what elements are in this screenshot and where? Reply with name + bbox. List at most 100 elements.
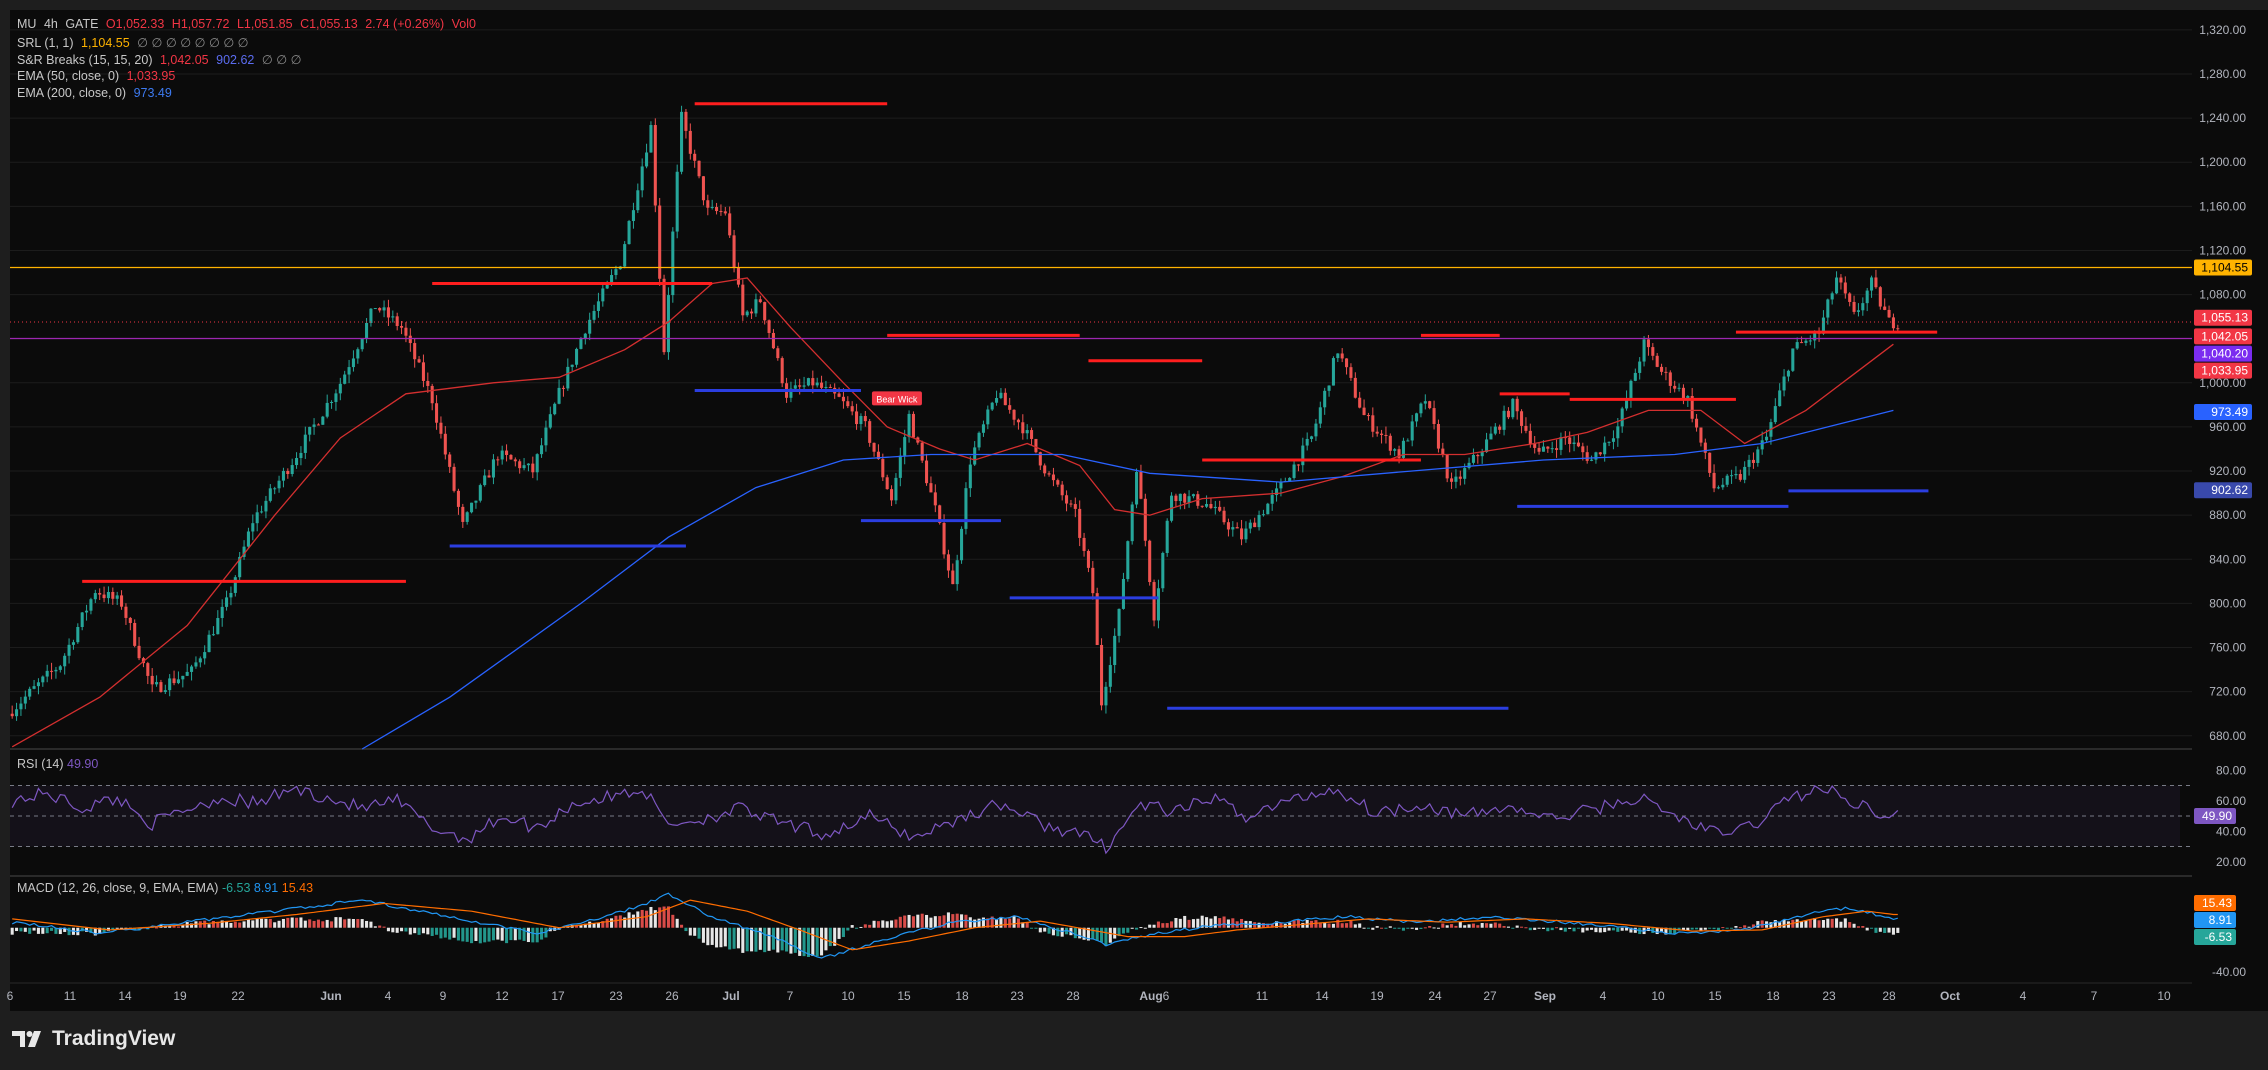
candle-body xyxy=(251,523,255,532)
indicator-legend-ema50[interactable]: EMA (50, close, 0) 1,033.95 xyxy=(17,69,179,83)
candle-body xyxy=(780,358,784,384)
rsi-legend[interactable]: RSI (14) 49.90 xyxy=(17,757,98,771)
macd-histogram-bar xyxy=(640,909,644,928)
macd-histogram-bar xyxy=(1843,918,1847,928)
candle-body xyxy=(990,402,994,410)
indicator-legend-srl[interactable]: SRL (1, 1) 1,104.55 ∅ ∅ ∅ ∅ ∅ ∅ ∅ ∅ xyxy=(17,35,253,50)
candle-body xyxy=(732,235,736,268)
macd-histogram-bar xyxy=(1485,923,1489,928)
macd-histogram-bar xyxy=(1143,927,1147,929)
candle-body xyxy=(1318,407,1322,424)
candle-body xyxy=(1362,407,1366,416)
macd-histogram-bar xyxy=(1174,918,1178,928)
macd-histogram-bar xyxy=(588,921,592,928)
candle-body xyxy=(102,594,106,599)
macd-histogram-bar xyxy=(1226,919,1230,928)
candle-body xyxy=(1778,390,1782,407)
price-tick-label: 1,200.00 xyxy=(2199,155,2246,169)
macd-histogram-bar xyxy=(1502,926,1506,928)
macd-histogram-bar xyxy=(631,914,635,928)
rsi-tick-label: 40.00 xyxy=(2216,824,2246,838)
macd-histogram-bar xyxy=(1108,927,1112,943)
candle-body xyxy=(290,465,294,475)
candle-body xyxy=(1030,430,1034,439)
macd-histogram-bar xyxy=(1524,927,1528,929)
candle-body xyxy=(1695,418,1699,428)
rsi-pane[interactable] xyxy=(10,784,2192,855)
candle-body xyxy=(1353,377,1357,398)
macd-histogram-bar xyxy=(850,925,854,928)
candle-body xyxy=(23,696,27,704)
candle-body xyxy=(1664,371,1668,373)
candle-body xyxy=(942,522,946,555)
candle-body xyxy=(596,301,600,311)
trading-chart[interactable]: Bear Wick 1,320.00 1,280.00 1,240.00 1,200.… xyxy=(0,0,2268,1070)
candle-body xyxy=(1708,452,1712,473)
indicator-legend-ema200[interactable]: EMA (200, close, 0) 973.49 xyxy=(17,86,176,100)
tradingview-logo[interactable]: TradingView xyxy=(12,1027,175,1051)
candle-body xyxy=(1725,475,1729,485)
time-tick-label: 14 xyxy=(118,989,132,1003)
macd-legend[interactable]: MACD (12, 26, close, 9, EMA, EMA) -6.53 … xyxy=(17,881,313,895)
macd-histogram-bar xyxy=(1073,927,1077,939)
candle-body xyxy=(951,570,955,585)
price-axis[interactable]: 1,320.00 1,280.00 1,240.00 1,200.00 1,160.00… xyxy=(2192,10,2268,1011)
candle-body xyxy=(1218,506,1222,511)
price-tick-label: 1,120.00 xyxy=(2199,243,2246,257)
indicator-legend-sr-breaks[interactable]: S&R Breaks (15, 15, 20) 1,042.05 902.62 … xyxy=(17,52,305,67)
candle-body xyxy=(1156,588,1160,621)
macd-histogram-bar xyxy=(456,927,460,941)
candle-body xyxy=(439,422,443,434)
macd-histogram-bar xyxy=(1458,922,1462,928)
candle-body xyxy=(1616,426,1620,439)
time-tick-label: Jun xyxy=(320,989,341,1003)
candle-body xyxy=(246,531,250,547)
candle-body xyxy=(1611,438,1615,442)
macd-histogram-bar xyxy=(1520,926,1524,928)
macd-histogram-bar xyxy=(1292,920,1296,928)
candle-body xyxy=(754,299,758,314)
macd-histogram-bar xyxy=(1870,927,1874,929)
macd-histogram-bar xyxy=(1331,923,1335,928)
price-badge-label: 1,104.55 xyxy=(2201,260,2248,274)
macd-histogram-bar xyxy=(1861,926,1865,928)
candle-body xyxy=(496,459,500,461)
macd-histogram-bar xyxy=(461,927,465,942)
macd-histogram-bar xyxy=(933,916,937,928)
macd-histogram-bar xyxy=(1896,927,1900,933)
candle-body xyxy=(1148,540,1152,583)
candle-body xyxy=(1712,472,1716,489)
candle-body xyxy=(776,348,780,359)
candle-body xyxy=(1835,277,1839,294)
candle-body xyxy=(1874,277,1878,288)
candle-body xyxy=(592,310,596,320)
macd-histogram-bar xyxy=(1804,920,1808,928)
macd-histogram-bar xyxy=(666,906,670,928)
candle-body xyxy=(509,454,513,460)
macd-histogram-bar xyxy=(1830,918,1834,928)
candle-body xyxy=(1331,358,1335,386)
indicator-value: 1,033.95 xyxy=(126,69,176,83)
macd-histogram-bar xyxy=(1887,927,1891,933)
candle-body xyxy=(933,492,937,506)
candle-body xyxy=(1248,522,1252,529)
candle-body xyxy=(1056,480,1060,485)
macd-histogram-bar xyxy=(264,918,268,928)
price-badge-label: 1,055.13 xyxy=(2201,311,2248,325)
candle-body xyxy=(1463,468,1467,479)
time-tick-label: 19 xyxy=(1370,989,1384,1003)
candle-body xyxy=(1651,347,1655,356)
macd-histogram-bar xyxy=(526,927,530,943)
candle-body xyxy=(815,382,819,386)
candle-body xyxy=(351,358,355,368)
macd-histogram-bar xyxy=(1441,923,1445,928)
candle-body xyxy=(295,458,299,466)
macd-histogram-bar xyxy=(347,918,351,928)
macd-histogram-bar xyxy=(1546,927,1550,932)
candle-body xyxy=(50,670,54,672)
candle-body xyxy=(1340,353,1344,359)
macd-histogram-bar xyxy=(1296,920,1300,928)
candle-body xyxy=(675,171,679,232)
macd-histogram-bar xyxy=(1563,927,1567,932)
macd-histogram-bar xyxy=(596,922,600,928)
